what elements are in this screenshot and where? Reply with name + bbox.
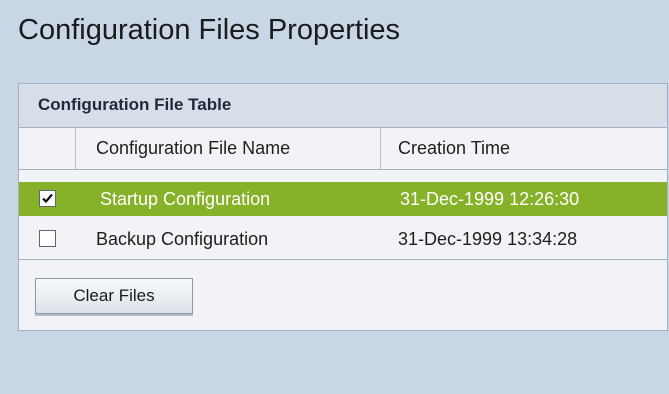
table-footer-divider xyxy=(19,259,667,260)
column-header-row: Configuration File Name Creation Time xyxy=(19,128,667,170)
row-checkbox-startup[interactable] xyxy=(39,190,56,207)
check-icon xyxy=(42,193,53,204)
file-name-cell: Backup Configuration xyxy=(96,229,269,249)
table-row-backup-configuration[interactable]: Backup Configuration 31-Dec-1999 13:34:2… xyxy=(19,222,667,256)
column-separator xyxy=(75,128,76,169)
clear-files-button[interactable]: Clear Files xyxy=(35,278,193,314)
column-header-creation-time: Creation Time xyxy=(398,138,511,158)
row-checkbox-backup[interactable] xyxy=(39,230,56,247)
table-title: Configuration File Table xyxy=(38,95,232,114)
table-header-bar: Configuration File Table xyxy=(19,84,667,128)
creation-time-cell: 31-Dec-1999 12:26:30 xyxy=(400,189,580,209)
creation-time-cell: 31-Dec-1999 13:34:28 xyxy=(398,229,578,249)
column-header-file-name: Configuration File Name xyxy=(96,138,291,158)
configuration-file-table: Configuration File Table Configuration F… xyxy=(18,83,668,331)
file-name-cell: Startup Configuration xyxy=(100,189,271,209)
page-title: Configuration Files Properties xyxy=(18,14,401,46)
column-separator xyxy=(380,128,381,169)
table-row-startup-configuration[interactable]: Startup Configuration 31-Dec-1999 12:26:… xyxy=(19,182,667,216)
